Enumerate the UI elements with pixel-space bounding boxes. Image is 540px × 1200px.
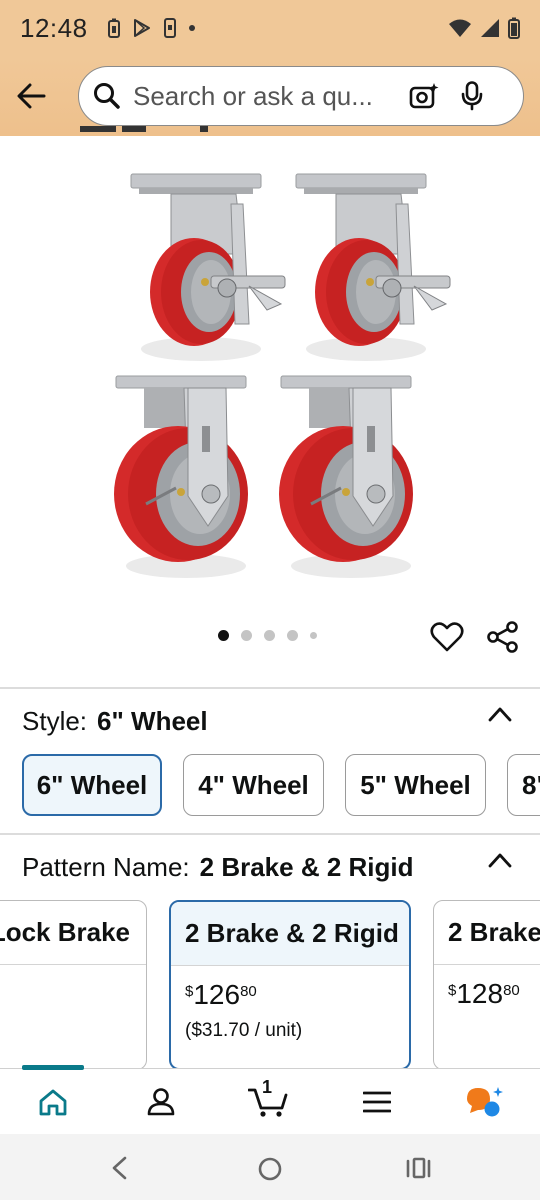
price: $ 128 80 <box>434 965 540 1009</box>
pattern-option-name: Lock Brake <box>0 901 146 965</box>
style-row-label: Style: 6" Wheel <box>22 706 208 737</box>
cart-count: 1 <box>262 1077 273 1097</box>
microphone-icon[interactable] <box>461 81 483 111</box>
signal-icon <box>481 19 499 37</box>
pattern-label: Pattern Name: <box>22 852 190 882</box>
pagination-dot[interactable] <box>310 632 317 639</box>
nav-rufus[interactable] <box>450 1069 520 1135</box>
pagination-dot[interactable] <box>287 630 298 641</box>
style-option-6-wheel[interactable]: 6" Wheel <box>22 754 162 816</box>
home-icon <box>39 1089 67 1116</box>
system-recents-icon[interactable] <box>405 1156 433 1180</box>
price-whole: 126 <box>193 979 241 1010</box>
system-status-icons <box>448 17 520 39</box>
pattern-option-lock-brake[interactable]: Lock Brake <box>0 900 147 1070</box>
pattern-collapse-button[interactable] <box>488 852 512 873</box>
pagination-dot[interactable] <box>264 630 275 641</box>
nav-account[interactable] <box>126 1069 196 1135</box>
phone-icon <box>163 18 176 38</box>
product-image-casters <box>112 173 451 580</box>
pattern-selected-value: 2 Brake & 2 Rigid <box>199 852 414 882</box>
heart-icon <box>430 622 464 652</box>
pattern-option-2-brake[interactable]: 2 Brake $ 128 80 <box>433 900 540 1070</box>
price: $ 126 80 <box>171 966 409 1010</box>
account-icon <box>147 1088 175 1116</box>
style-selected-value: 6" Wheel <box>97 706 208 736</box>
add-to-list-button[interactable] <box>430 620 464 659</box>
camera-icon[interactable] <box>409 82 439 110</box>
pagination-dot-active[interactable] <box>218 630 229 641</box>
section-divider <box>0 687 540 689</box>
search-icon <box>94 83 120 109</box>
gallery-pagination[interactable] <box>218 630 317 641</box>
system-navigation-bar <box>0 1134 540 1200</box>
unit-price: ($31.70 / unit) <box>185 1020 303 1041</box>
notification-icons <box>107 18 196 38</box>
section-divider <box>0 833 540 835</box>
title-partial <box>80 126 280 140</box>
rufus-icon <box>467 1087 503 1117</box>
pattern-option-2-brake-2-rigid[interactable]: 2 Brake & 2 Rigid $ 126 80 ($31.70 / uni… <box>169 900 411 1070</box>
battery-saver-icon <box>107 18 120 38</box>
bottom-navigation: 1 <box>0 1065 540 1135</box>
pattern-option-name: 2 Brake <box>434 901 540 965</box>
play-store-icon <box>133 19 150 37</box>
status-time: 12:48 <box>20 12 88 43</box>
price-fraction: 80 <box>503 982 520 999</box>
system-home-icon[interactable] <box>257 1156 283 1182</box>
pattern-row-label: Pattern Name: 2 Brake & 2 Rigid <box>22 852 414 883</box>
app-screen: 12:48 Search or ask a qu... Style: 6" Wh… <box>0 0 540 1200</box>
system-back-icon[interactable] <box>110 1156 128 1180</box>
wifi-icon <box>449 19 471 37</box>
chevron-up-icon <box>488 707 512 722</box>
search-header: Search or ask a qu... <box>0 56 540 136</box>
pagination-dot[interactable] <box>241 630 252 641</box>
style-label: Style: <box>22 706 88 736</box>
chevron-up-icon <box>488 853 512 868</box>
price-symbol: $ <box>448 982 457 999</box>
nav-menu[interactable] <box>342 1069 412 1135</box>
share-button[interactable] <box>486 620 520 659</box>
search-bar[interactable]: Search or ask a qu... <box>78 66 524 126</box>
search-input[interactable]: Search or ask a qu... <box>133 81 395 112</box>
price-whole: 128 <box>456 978 504 1009</box>
back-button[interactable] <box>0 56 62 136</box>
price-fraction: 80 <box>240 983 257 1000</box>
battery-icon <box>508 17 520 39</box>
nav-home[interactable] <box>18 1069 88 1135</box>
style-collapse-button[interactable] <box>488 706 512 727</box>
pattern-option-name: 2 Brake & 2 Rigid <box>171 902 409 966</box>
back-arrow-icon <box>17 83 46 109</box>
style-option-4-wheel[interactable]: 4" Wheel <box>183 754 324 816</box>
status-bar: 12:48 <box>0 0 540 56</box>
share-icon <box>487 621 518 653</box>
menu-icon <box>363 1091 391 1113</box>
style-option-5-wheel[interactable]: 5" Wheel <box>345 754 486 816</box>
product-image-gallery[interactable] <box>0 150 540 620</box>
dot-icon <box>188 25 195 31</box>
style-option-8-wheel[interactable]: 8" <box>507 754 540 816</box>
price-symbol: $ <box>185 983 194 1000</box>
